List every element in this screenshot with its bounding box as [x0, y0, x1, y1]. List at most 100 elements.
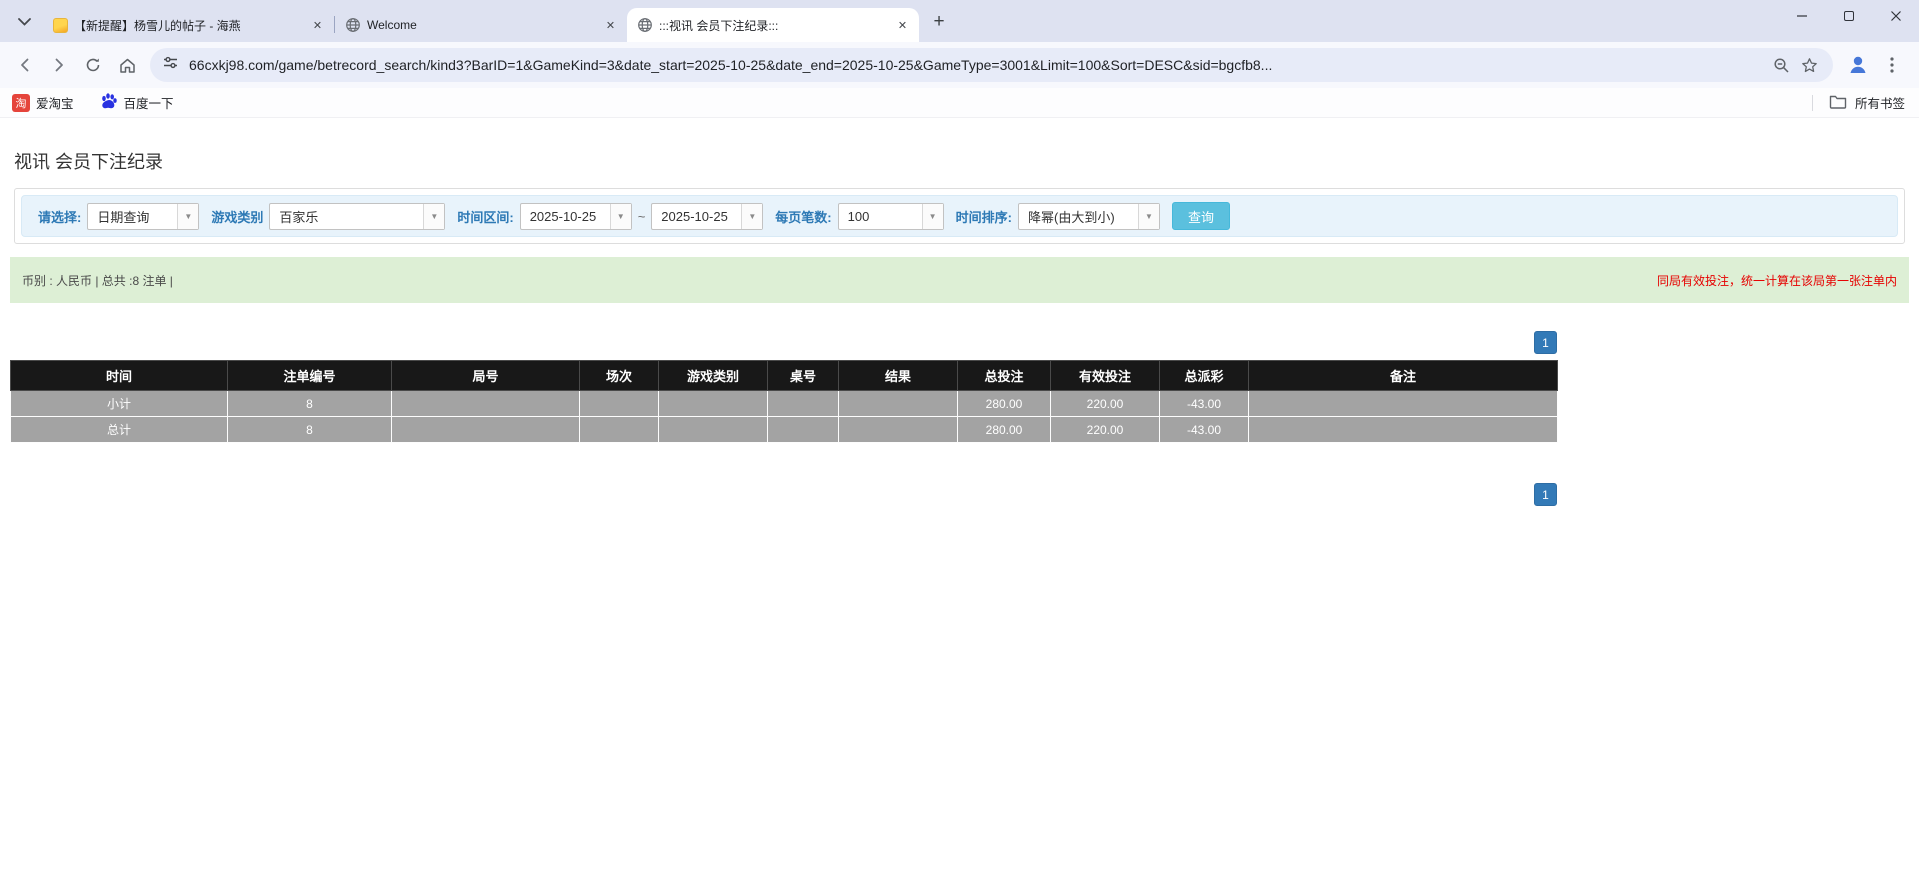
footer-empty-cell	[580, 417, 659, 443]
footer-empty-cell	[392, 417, 580, 443]
all-bookmarks-label[interactable]: 所有书签	[1855, 93, 1905, 112]
footer-empty-cell	[768, 391, 839, 417]
currency-total-text: 币别 : 人民币 | 总共 :8 注单 |	[22, 272, 173, 289]
maximize-button[interactable]	[1825, 0, 1872, 31]
footer-empty-cell	[659, 417, 768, 443]
home-icon[interactable]	[110, 48, 144, 82]
sort-label: 时间排序:	[956, 207, 1012, 226]
summary-info-bar: 币别 : 人民币 | 总共 :8 注单 | 同局有效投注，统一计算在该局第一张注…	[10, 257, 1909, 303]
date-end-select[interactable]: 2025-10-25 ▼	[651, 203, 763, 230]
column-header: 总派彩	[1160, 361, 1249, 391]
chevron-down-icon: ▼	[177, 204, 198, 229]
table-header-row: 时间注单编号局号场次游戏类别桌号结果总投注有效投注总派彩备注	[11, 361, 1558, 391]
zoom-out-icon[interactable]	[1767, 51, 1795, 79]
page-title: 视讯 会员下注纪录	[14, 148, 1919, 174]
bookmarks-bar: 淘 爱淘宝 百度一下 所有书签	[0, 88, 1919, 118]
footer-payout: -43.00	[1160, 417, 1249, 443]
tab-search-icon[interactable]	[10, 8, 38, 36]
pagination-top: 1	[10, 331, 1557, 354]
browser-toolbar: 66cxkj98.com/game/betrecord_search/kind3…	[0, 42, 1919, 88]
bookmark-label: 爱淘宝	[36, 93, 74, 112]
per-page-select[interactable]: 100 ▼	[838, 203, 944, 230]
per-page-label: 每页笔数:	[775, 207, 831, 226]
profile-avatar-icon[interactable]	[1841, 48, 1875, 82]
site-settings-icon[interactable]	[162, 54, 179, 76]
search-button[interactable]: 查询	[1172, 202, 1230, 230]
tab-title: Welcome	[367, 18, 596, 32]
date-range-label: 时间区间:	[457, 207, 513, 226]
reload-icon[interactable]	[76, 48, 110, 82]
url-text[interactable]: 66cxkj98.com/game/betrecord_search/kind3…	[189, 57, 1767, 73]
globe-icon	[345, 17, 361, 33]
footer-count: 8	[228, 417, 392, 443]
date-tilde: ~	[638, 209, 646, 224]
column-header: 结果	[839, 361, 958, 391]
pagination-bottom: 1	[10, 483, 1557, 506]
chevron-down-icon: ▼	[423, 204, 444, 229]
bookmark-taobao[interactable]: 淘 爱淘宝	[12, 93, 74, 112]
chevron-down-icon: ▼	[610, 204, 631, 229]
column-header: 有效投注	[1051, 361, 1160, 391]
game-kind-select[interactable]: 百家乐 ▼	[269, 203, 445, 230]
filter-bar: 请选择: 日期查询 ▼ 游戏类别 百家乐 ▼ 时间区间: 2025-10-25 …	[21, 195, 1898, 237]
taobao-icon: 淘	[12, 94, 30, 112]
close-icon[interactable]: ✕	[602, 17, 619, 34]
column-header: 总投注	[958, 361, 1051, 391]
column-header: 局号	[392, 361, 580, 391]
globe-icon	[637, 17, 653, 33]
chevron-down-icon: ▼	[1138, 204, 1159, 229]
column-header: 桌号	[768, 361, 839, 391]
column-header: 游戏类别	[659, 361, 768, 391]
footer-empty-cell	[1249, 391, 1558, 417]
footer-empty-cell	[839, 417, 958, 443]
page-button-1[interactable]: 1	[1534, 331, 1557, 354]
page-button-1[interactable]: 1	[1534, 483, 1557, 506]
sort-select[interactable]: 降幂(由大到小) ▼	[1018, 203, 1160, 230]
tab-title: :::视讯 会员下注纪录:::	[659, 17, 888, 34]
tab-title: 【新提醒】杨雪儿的帖子 - 海燕	[74, 17, 303, 34]
back-icon[interactable]	[8, 48, 42, 82]
bookmark-label: 百度一下	[124, 93, 174, 112]
chevron-down-icon: ▼	[922, 204, 943, 229]
chevron-down-icon: ▼	[741, 204, 762, 229]
menu-dots-icon[interactable]	[1875, 48, 1909, 82]
footer-total-bet: 280.00	[958, 417, 1051, 443]
close-icon[interactable]: ✕	[309, 17, 326, 34]
tab-strip: 【新提醒】杨雪儿的帖子 - 海燕 ✕ Welcome ✕ :::视讯 会员下注纪…	[0, 0, 1919, 42]
new-tab-button[interactable]: +	[925, 8, 953, 36]
folder-icon	[1829, 94, 1847, 112]
close-icon[interactable]: ✕	[894, 17, 911, 34]
date-start-select[interactable]: 2025-10-25 ▼	[520, 203, 632, 230]
footer-empty-cell	[768, 417, 839, 443]
footer-valid-bet: 220.00	[1051, 391, 1160, 417]
tab-welcome[interactable]: Welcome ✕	[335, 8, 627, 42]
tab-forum[interactable]: 【新提醒】杨雪儿的帖子 - 海燕 ✕	[42, 8, 334, 42]
url-bar[interactable]: 66cxkj98.com/game/betrecord_search/kind3…	[150, 48, 1833, 82]
notice-text: 同局有效投注，统一计算在该局第一张注单内	[1657, 272, 1897, 289]
bookmark-baidu[interactable]: 百度一下	[100, 92, 174, 113]
footer-empty-cell	[392, 391, 580, 417]
yellow-doc-icon	[52, 17, 68, 33]
footer-empty-cell	[1249, 417, 1558, 443]
forward-icon[interactable]	[42, 48, 76, 82]
tab-bet-records[interactable]: :::视讯 会员下注纪录::: ✕	[627, 8, 919, 42]
bookmark-star-icon[interactable]	[1795, 51, 1823, 79]
window-controls	[1778, 0, 1919, 31]
close-window-button[interactable]	[1872, 0, 1919, 31]
search-mode-label: 请选择:	[38, 207, 81, 226]
footer-empty-cell	[580, 391, 659, 417]
minimize-button[interactable]	[1778, 0, 1825, 31]
subtotal-row: 小计8280.00220.00-43.00	[11, 391, 1558, 417]
footer-label: 小计	[11, 391, 228, 417]
column-header: 时间	[11, 361, 228, 391]
total-row: 总计8280.00220.00-43.00	[11, 417, 1558, 443]
search-mode-select[interactable]: 日期查询 ▼	[87, 203, 199, 230]
column-header: 注单编号	[228, 361, 392, 391]
footer-empty-cell	[839, 391, 958, 417]
game-kind-label: 游戏类别	[211, 207, 263, 226]
column-header: 备注	[1249, 361, 1558, 391]
bet-table: 时间注单编号局号场次游戏类别桌号结果总投注有效投注总派彩备注小计8280.002…	[10, 360, 1558, 443]
footer-empty-cell	[659, 391, 768, 417]
column-header: 场次	[580, 361, 659, 391]
footer-count: 8	[228, 391, 392, 417]
